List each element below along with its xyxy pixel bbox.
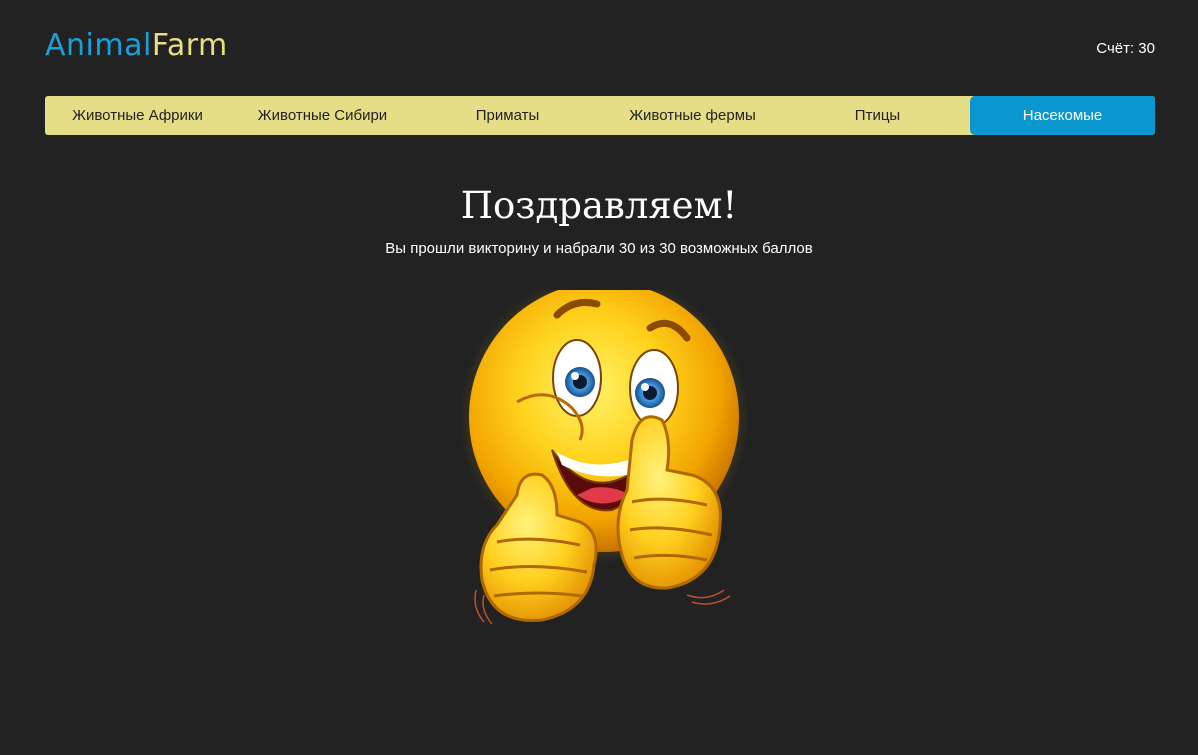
nav-item-siberia[interactable]: Животные Сибири	[230, 96, 415, 135]
nav-item-primates[interactable]: Приматы	[415, 96, 600, 135]
result-title: Поздравляем!	[460, 184, 738, 227]
smiley-thumbs-up-icon	[462, 290, 749, 625]
score-counter: Счёт: 30	[1096, 40, 1155, 57]
nav-item-birds[interactable]: Птицы	[785, 96, 970, 135]
nav-item-insects[interactable]: Насекомые	[970, 96, 1155, 135]
logo[interactable]: AnimalFarm	[45, 28, 228, 63]
category-nav: Животные Африки Животные Сибири Приматы …	[45, 96, 1155, 135]
result-message: Вы прошли викторину и набрали 30 из 30 в…	[385, 240, 813, 257]
nav-item-africa[interactable]: Животные Африки	[45, 96, 230, 135]
logo-animal: Animal	[45, 28, 152, 63]
logo-farm: Farm	[151, 28, 228, 63]
nav-item-farm[interactable]: Животные фермы	[600, 96, 785, 135]
header: AnimalFarm Счёт: 30	[45, 28, 1155, 68]
